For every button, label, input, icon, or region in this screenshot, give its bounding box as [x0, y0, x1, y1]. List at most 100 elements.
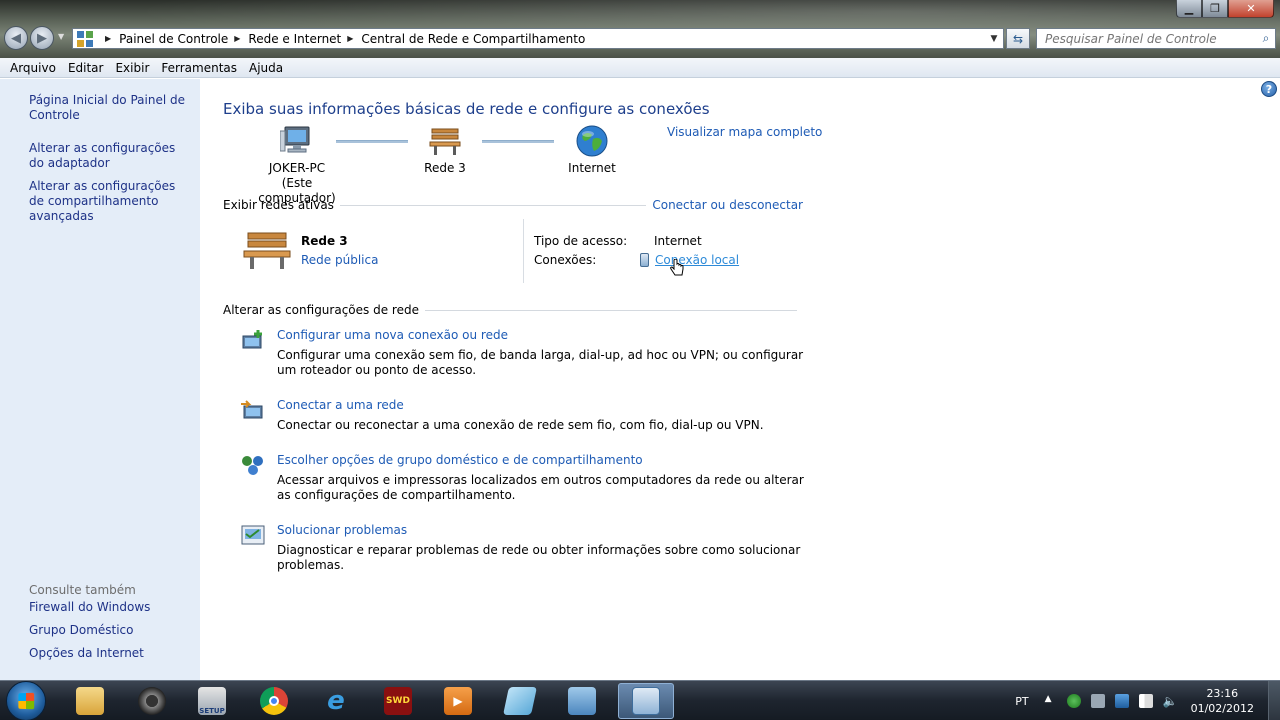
globe-icon: [576, 125, 608, 157]
task-description: Diagnosticar e reparar problemas de rede…: [277, 543, 801, 572]
control-panel-icon: [632, 687, 660, 715]
taskbar: SETUP e SWD ▶ PT ▲ 🔈 23:16 01/02/2012: [0, 680, 1280, 720]
breadcrumb-arrow-icon[interactable]: ▶: [105, 34, 111, 43]
show-desktop-button[interactable]: [1268, 681, 1280, 720]
link-control-panel-home[interactable]: Página Inicial do Painel de Controle: [29, 93, 194, 123]
see-also-label: Consulte também: [29, 583, 136, 597]
taskbar-app-control-panel[interactable]: [618, 683, 674, 719]
menu-exibir[interactable]: Exibir: [109, 61, 155, 75]
local-connection-link[interactable]: Conexão local: [655, 253, 739, 267]
security-icon[interactable]: [1066, 694, 1081, 708]
flag-icon[interactable]: [1138, 694, 1153, 708]
recent-pages-dropdown[interactable]: ▼: [58, 32, 64, 41]
map-node-computer[interactable]: JOKER-PC (Este computador): [242, 125, 352, 206]
computer-name: JOKER-PC: [268, 161, 326, 175]
taskbar-app-swd[interactable]: SWD: [370, 683, 426, 719]
clock[interactable]: 23:16 01/02/2012: [1191, 686, 1254, 716]
search-box[interactable]: ⌕: [1036, 28, 1276, 49]
breadcrumb-arrow-icon[interactable]: ▶: [347, 34, 353, 43]
volume-icon[interactable]: 🔈: [1163, 694, 1178, 708]
address-bar[interactable]: ▶ Painel de Controle ▶ Rede e Internet ▶…: [72, 28, 1004, 49]
menu-ferramentas[interactable]: Ferramentas: [155, 61, 243, 75]
show-hidden-icons-icon[interactable]: ▲: [1045, 694, 1057, 708]
taskbar-app-explorer[interactable]: [62, 683, 118, 719]
computer-icon: [280, 126, 310, 153]
connections-label: Conexões:: [534, 253, 597, 267]
task-title-link[interactable]: Escolher opções de grupo doméstico e de …: [277, 453, 643, 467]
clock-date: 01/02/2012: [1190, 702, 1254, 715]
minimize-button[interactable]: ▁: [1176, 0, 1202, 18]
internet-label: Internet: [568, 161, 616, 175]
taskbar-app-chrome[interactable]: [246, 683, 302, 719]
swd-icon: SWD: [384, 687, 412, 715]
taskbar-app-setup[interactable]: SETUP: [184, 683, 240, 719]
network-type-link[interactable]: Rede pública: [301, 253, 378, 267]
arrow-right-icon: ▶: [37, 30, 47, 46]
task-description: Acessar arquivos e impressoras localizad…: [277, 473, 804, 502]
breadcrumb-arrow-icon[interactable]: ▶: [234, 34, 240, 43]
search-icon[interactable]: ⌕: [1257, 31, 1275, 46]
taskbar-app-player[interactable]: ▶: [430, 683, 486, 719]
taskbar-app-network-users[interactable]: [554, 683, 610, 719]
taskbar-app-ie[interactable]: e: [308, 683, 364, 719]
divider: [523, 219, 524, 283]
start-button[interactable]: [6, 681, 46, 720]
taskbar-app-notepad[interactable]: [492, 683, 548, 719]
refresh-button[interactable]: ⇆: [1006, 28, 1030, 49]
breadcrumb-item-network-center[interactable]: Central de Rede e Compartilhamento: [361, 32, 585, 46]
task-title-link[interactable]: Conectar a uma rede: [277, 398, 404, 412]
arrow-left-icon: ◀: [11, 30, 21, 46]
clock-time: 23:16: [1206, 687, 1239, 700]
menu-bar: Arquivo Editar Exibir Ferramentas Ajuda: [0, 58, 1280, 78]
link-windows-firewall[interactable]: Firewall do Windows: [29, 600, 194, 615]
change-settings-header: Alterar as configurações de rede: [223, 303, 803, 317]
network-tray-icon[interactable]: [1114, 694, 1129, 708]
map-link-line: [336, 140, 408, 143]
map-node-internet[interactable]: Internet: [556, 125, 628, 176]
device-icon[interactable]: [1090, 694, 1105, 708]
left-pane: Página Inicial do Painel de Controle Alt…: [0, 79, 200, 680]
task-title-link[interactable]: Configurar uma nova conexão ou rede: [277, 328, 508, 342]
close-button[interactable]: ✕: [1228, 0, 1274, 18]
explorer-icon: [76, 687, 104, 715]
menu-ajuda[interactable]: Ajuda: [243, 61, 289, 75]
divider: [339, 204, 647, 206]
link-internet-options[interactable]: Opções da Internet: [29, 646, 194, 661]
page-title: Exiba suas informações básicas de rede e…: [223, 100, 710, 118]
task-title-link[interactable]: Solucionar problemas: [277, 523, 407, 537]
address-dropdown-icon[interactable]: ▼: [985, 34, 1003, 44]
menu-arquivo[interactable]: Arquivo: [4, 61, 62, 75]
hand-cursor-icon: [670, 259, 684, 276]
breadcrumb-item-control-panel[interactable]: Painel de Controle: [119, 32, 228, 46]
forward-button[interactable]: ▶: [30, 26, 54, 50]
link-homegroup[interactable]: Grupo Doméstico: [29, 623, 194, 638]
bench-icon[interactable]: [242, 229, 292, 271]
notepad-icon: [503, 687, 537, 715]
player-icon: ▶: [444, 687, 472, 715]
network-users-icon: [568, 687, 596, 715]
refresh-icon: ⇆: [1012, 31, 1024, 46]
active-networks-header: Exibir redes ativas Conectar ou desconec…: [223, 198, 803, 212]
breadcrumb-item-network-internet[interactable]: Rede e Internet: [248, 32, 341, 46]
change-settings-title: Alterar as configurações de rede: [223, 303, 419, 317]
maximize-button[interactable]: ❐: [1202, 0, 1228, 18]
help-icon[interactable]: ?: [1261, 81, 1277, 97]
homegroup-icon: [242, 456, 263, 475]
search-input[interactable]: [1037, 31, 1257, 46]
map-node-network[interactable]: Rede 3: [410, 125, 480, 176]
back-button[interactable]: ◀: [4, 26, 28, 50]
setup-icon: SETUP: [198, 687, 226, 715]
language-indicator[interactable]: PT: [1015, 695, 1028, 708]
media-icon: [138, 687, 166, 715]
troubleshoot-icon: [241, 525, 265, 545]
connect-disconnect-link[interactable]: Conectar ou desconectar: [652, 198, 803, 212]
taskbar-app-media[interactable]: [124, 683, 180, 719]
menu-editar[interactable]: Editar: [62, 61, 110, 75]
link-adapter-settings[interactable]: Alterar as configurações do adaptador: [29, 141, 194, 171]
window-controls: ▁ ❐ ✕: [1176, 0, 1274, 18]
ie-icon: e: [327, 686, 345, 716]
window-titlebar: ▁ ❐ ✕ ◀ ▶ ▼ ▶ Painel de Controle ▶ Rede …: [0, 0, 1280, 58]
task-description: Configurar uma conexão sem fio, de banda…: [277, 348, 804, 377]
link-advanced-sharing[interactable]: Alterar as configurações de compartilham…: [29, 179, 194, 224]
view-full-map-link[interactable]: Visualizar mapa completo: [667, 125, 822, 139]
